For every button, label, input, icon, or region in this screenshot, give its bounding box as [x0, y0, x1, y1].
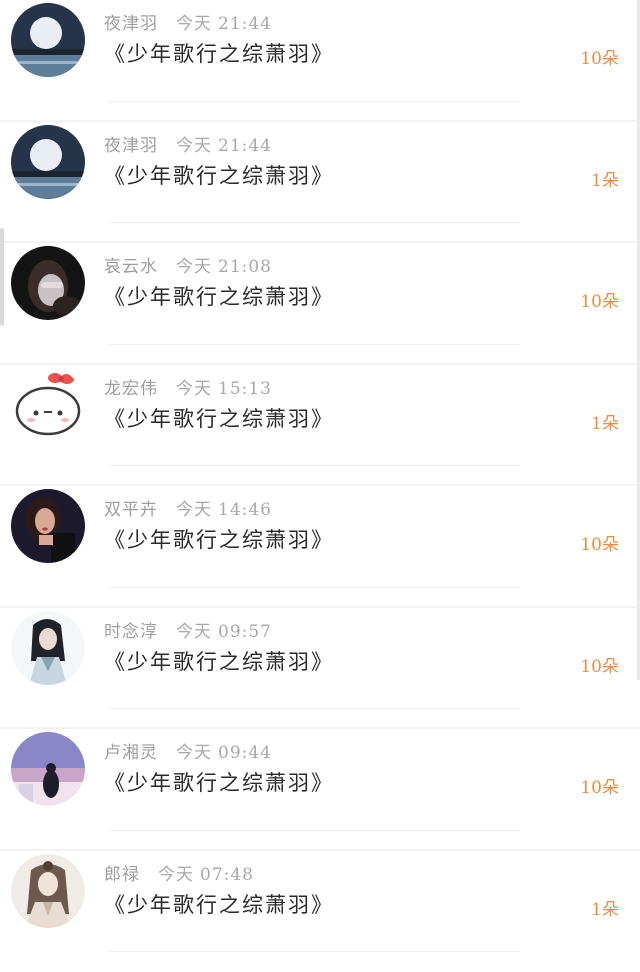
gift-record-list: 夜津羽今天21:44 《少年歌行之综萧羽》 10朵 夜津羽今天21:44 《少年… — [0, 0, 640, 972]
list-item[interactable]: 卢湘灵今天 09:44 《少年歌行之综萧羽》 10朵 — [0, 729, 640, 851]
girl-face-cover-avatar-icon — [11, 246, 85, 320]
scroll-indicator[interactable] — [0, 228, 4, 326]
time-label: 21:44 — [218, 14, 272, 34]
book-title[interactable]: 《少年歌行之综萧羽》 — [104, 524, 334, 554]
item-meta: 卢湘灵今天 09:44 — [104, 738, 272, 763]
time-label: 14:46 — [218, 500, 272, 520]
date-label: 今天 — [176, 500, 212, 520]
woman-portrait-avatar-icon — [11, 489, 85, 563]
time-label: 09:57 — [218, 622, 272, 642]
avatar[interactable] — [11, 125, 85, 199]
item-meta: 双平卉今天 14:46 — [104, 495, 272, 520]
ancient-hero-avatar-icon — [11, 611, 85, 685]
gift-count: 10朵 — [580, 44, 619, 69]
divider — [108, 465, 520, 466]
date-label: 今天 — [176, 257, 212, 277]
divider — [108, 830, 520, 831]
time-label: 21:08 — [218, 257, 272, 277]
list-item[interactable]: 郎禄今天 07:48 《少年歌行之综萧羽》 1朵 — [0, 851, 640, 972]
list-item[interactable]: 双平卉今天 14:46 《少年歌行之综萧羽》 10朵 — [0, 486, 640, 608]
divider — [108, 951, 520, 952]
date-label: 今天 — [158, 865, 194, 885]
gift-count: 10朵 — [580, 773, 619, 798]
user-name[interactable]: 夜津羽 — [104, 14, 158, 34]
divider — [108, 587, 520, 588]
date-label: 今天 — [176, 14, 212, 34]
user-name[interactable]: 卢湘灵 — [104, 743, 158, 763]
book-title[interactable]: 《少年歌行之综萧羽》 — [104, 38, 334, 68]
moon-night-avatar-icon — [11, 3, 85, 77]
time-label: 21:44 — [218, 136, 272, 156]
date-label: 今天 — [176, 743, 212, 763]
book-title[interactable]: 《少年歌行之综萧羽》 — [104, 767, 334, 797]
avatar[interactable] — [11, 732, 85, 806]
gift-count: 1朵 — [591, 409, 619, 434]
book-title[interactable]: 《少年歌行之综萧羽》 — [104, 646, 334, 676]
avatar[interactable] — [11, 368, 85, 442]
moon-night-avatar-icon — [11, 125, 85, 199]
divider — [108, 101, 520, 102]
avatar[interactable] — [11, 854, 85, 928]
cartoon-bun-avatar-icon — [11, 368, 85, 442]
time-label: 15:13 — [218, 379, 272, 399]
date-label: 今天 — [176, 622, 212, 642]
divider — [108, 708, 520, 709]
ancient-scholar-avatar-icon — [11, 854, 85, 928]
book-title[interactable]: 《少年歌行之综萧羽》 — [104, 403, 334, 433]
list-item[interactable]: 龙宏伟今天 15:13 《少年歌行之综萧羽》 1朵 — [0, 365, 640, 487]
user-name[interactable]: 哀云水 — [104, 257, 158, 277]
list-item[interactable]: 夜津羽今天 21:44 《少年歌行之综萧羽》 10朵 — [0, 0, 640, 122]
user-name[interactable]: 时念淳 — [104, 622, 158, 642]
item-meta: 龙宏伟今天 15:13 — [104, 374, 272, 399]
book-title[interactable]: 《少年歌行之综萧羽》 — [104, 281, 334, 311]
time-label: 09:44 — [218, 743, 272, 763]
purple-sunset-avatar-icon — [11, 732, 85, 806]
list-item[interactable]: 夜津羽今天 21:44 《少年歌行之综萧羽》 1朵 — [0, 122, 640, 244]
book-title[interactable]: 《少年歌行之综萧羽》 — [104, 160, 334, 190]
item-meta: 夜津羽今天 21:44 — [104, 131, 272, 156]
item-meta: 时念淳今天 09:57 — [104, 617, 272, 642]
gift-count: 1朵 — [591, 166, 619, 191]
user-name[interactable]: 龙宏伟 — [104, 379, 158, 399]
user-name[interactable]: 夜津羽 — [104, 136, 158, 156]
date-label: 今天 — [176, 136, 212, 156]
book-title[interactable]: 《少年歌行之综萧羽》 — [104, 889, 334, 919]
gift-count: 10朵 — [580, 530, 619, 555]
avatar[interactable] — [11, 489, 85, 563]
item-meta: 郎禄今天 07:48 — [104, 860, 254, 885]
avatar[interactable] — [11, 3, 85, 77]
list-item[interactable]: 哀云水今天 21:08 《少年歌行之综萧羽》 10朵 — [0, 243, 640, 365]
time-label: 07:48 — [200, 865, 254, 885]
date-label: 今天 — [176, 379, 212, 399]
list-item[interactable]: 时念淳今天 09:57 《少年歌行之综萧羽》 10朵 — [0, 608, 640, 730]
avatar[interactable] — [11, 246, 85, 320]
user-name[interactable]: 郎禄 — [104, 865, 140, 885]
divider — [108, 222, 520, 223]
gift-count: 10朵 — [580, 287, 619, 312]
item-meta: 夜津羽今天 21:44 — [104, 9, 272, 34]
gift-count: 10朵 — [580, 652, 619, 677]
user-name[interactable]: 双平卉 — [104, 500, 158, 520]
gift-count: 1朵 — [591, 895, 619, 920]
divider — [108, 344, 520, 345]
item-meta: 哀云水今天 21:08 — [104, 252, 272, 277]
avatar[interactable] — [11, 611, 85, 685]
